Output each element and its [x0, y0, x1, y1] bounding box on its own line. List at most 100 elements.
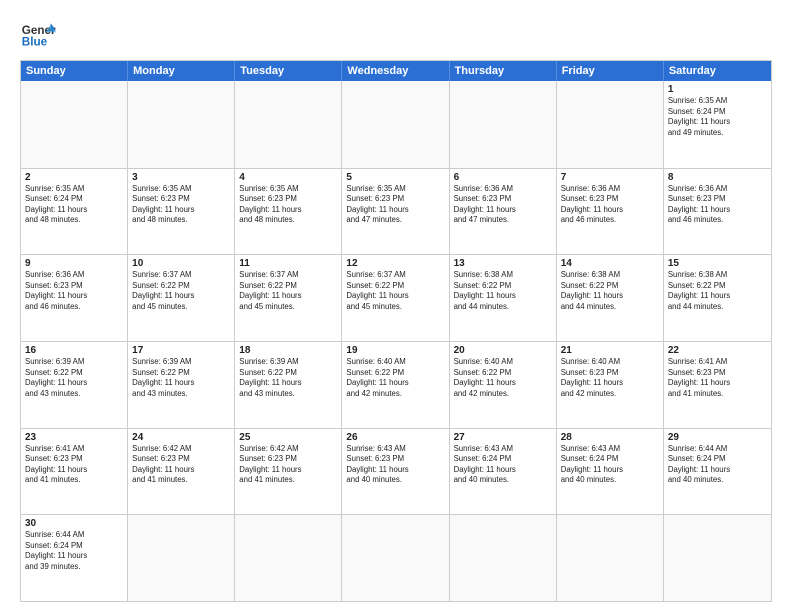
day-info: Sunrise: 6:43 AM Sunset: 6:23 PM Dayligh… — [346, 444, 444, 486]
calendar-cell: 18Sunrise: 6:39 AM Sunset: 6:22 PM Dayli… — [235, 342, 342, 428]
calendar-cell — [128, 81, 235, 168]
day-info: Sunrise: 6:39 AM Sunset: 6:22 PM Dayligh… — [132, 357, 230, 399]
calendar-cell: 29Sunrise: 6:44 AM Sunset: 6:24 PM Dayli… — [664, 429, 771, 515]
calendar-cell — [450, 81, 557, 168]
calendar-body: 1Sunrise: 6:35 AM Sunset: 6:24 PM Daylig… — [21, 81, 771, 601]
day-info: Sunrise: 6:43 AM Sunset: 6:24 PM Dayligh… — [561, 444, 659, 486]
calendar-cell — [21, 81, 128, 168]
calendar-cell: 1Sunrise: 6:35 AM Sunset: 6:24 PM Daylig… — [664, 81, 771, 168]
logo: General Blue — [20, 16, 56, 52]
calendar-cell — [235, 81, 342, 168]
day-number: 19 — [346, 345, 444, 356]
day-number: 16 — [25, 345, 123, 356]
calendar-week-2: 2Sunrise: 6:35 AM Sunset: 6:24 PM Daylig… — [21, 168, 771, 255]
calendar-cell: 8Sunrise: 6:36 AM Sunset: 6:23 PM Daylig… — [664, 169, 771, 255]
day-info: Sunrise: 6:37 AM Sunset: 6:22 PM Dayligh… — [239, 270, 337, 312]
day-info: Sunrise: 6:40 AM Sunset: 6:22 PM Dayligh… — [454, 357, 552, 399]
calendar-cell — [450, 515, 557, 601]
weekday-header-tuesday: Tuesday — [235, 61, 342, 81]
day-number: 2 — [25, 172, 123, 183]
calendar-header: SundayMondayTuesdayWednesdayThursdayFrid… — [21, 61, 771, 81]
day-info: Sunrise: 6:40 AM Sunset: 6:23 PM Dayligh… — [561, 357, 659, 399]
day-number: 4 — [239, 172, 337, 183]
calendar-cell: 2Sunrise: 6:35 AM Sunset: 6:24 PM Daylig… — [21, 169, 128, 255]
day-info: Sunrise: 6:44 AM Sunset: 6:24 PM Dayligh… — [668, 444, 767, 486]
logo-icon: General Blue — [20, 16, 56, 52]
day-info: Sunrise: 6:37 AM Sunset: 6:22 PM Dayligh… — [132, 270, 230, 312]
day-info: Sunrise: 6:39 AM Sunset: 6:22 PM Dayligh… — [25, 357, 123, 399]
calendar-cell — [342, 515, 449, 601]
day-info: Sunrise: 6:43 AM Sunset: 6:24 PM Dayligh… — [454, 444, 552, 486]
day-info: Sunrise: 6:38 AM Sunset: 6:22 PM Dayligh… — [561, 270, 659, 312]
weekday-header-monday: Monday — [128, 61, 235, 81]
calendar-week-5: 23Sunrise: 6:41 AM Sunset: 6:23 PM Dayli… — [21, 428, 771, 515]
day-info: Sunrise: 6:37 AM Sunset: 6:22 PM Dayligh… — [346, 270, 444, 312]
day-number: 23 — [25, 432, 123, 443]
calendar-cell: 27Sunrise: 6:43 AM Sunset: 6:24 PM Dayli… — [450, 429, 557, 515]
day-number: 24 — [132, 432, 230, 443]
day-info: Sunrise: 6:36 AM Sunset: 6:23 PM Dayligh… — [25, 270, 123, 312]
day-number: 11 — [239, 258, 337, 269]
svg-text:Blue: Blue — [22, 36, 48, 49]
weekday-header-thursday: Thursday — [450, 61, 557, 81]
day-info: Sunrise: 6:39 AM Sunset: 6:22 PM Dayligh… — [239, 357, 337, 399]
day-info: Sunrise: 6:36 AM Sunset: 6:23 PM Dayligh… — [668, 184, 767, 226]
day-info: Sunrise: 6:44 AM Sunset: 6:24 PM Dayligh… — [25, 530, 123, 572]
calendar-cell: 9Sunrise: 6:36 AM Sunset: 6:23 PM Daylig… — [21, 255, 128, 341]
calendar-cell: 23Sunrise: 6:41 AM Sunset: 6:23 PM Dayli… — [21, 429, 128, 515]
calendar-cell — [128, 515, 235, 601]
calendar-cell: 5Sunrise: 6:35 AM Sunset: 6:23 PM Daylig… — [342, 169, 449, 255]
day-info: Sunrise: 6:35 AM Sunset: 6:23 PM Dayligh… — [132, 184, 230, 226]
calendar-week-6: 30Sunrise: 6:44 AM Sunset: 6:24 PM Dayli… — [21, 514, 771, 601]
day-number: 5 — [346, 172, 444, 183]
calendar-cell: 11Sunrise: 6:37 AM Sunset: 6:22 PM Dayli… — [235, 255, 342, 341]
day-info: Sunrise: 6:35 AM Sunset: 6:23 PM Dayligh… — [346, 184, 444, 226]
calendar-cell: 3Sunrise: 6:35 AM Sunset: 6:23 PM Daylig… — [128, 169, 235, 255]
calendar-cell: 25Sunrise: 6:42 AM Sunset: 6:23 PM Dayli… — [235, 429, 342, 515]
calendar-cell: 16Sunrise: 6:39 AM Sunset: 6:22 PM Dayli… — [21, 342, 128, 428]
day-number: 28 — [561, 432, 659, 443]
weekday-header-saturday: Saturday — [664, 61, 771, 81]
day-number: 13 — [454, 258, 552, 269]
day-number: 1 — [668, 84, 767, 95]
day-number: 20 — [454, 345, 552, 356]
calendar-cell: 26Sunrise: 6:43 AM Sunset: 6:23 PM Dayli… — [342, 429, 449, 515]
calendar-cell — [557, 515, 664, 601]
calendar-cell: 6Sunrise: 6:36 AM Sunset: 6:23 PM Daylig… — [450, 169, 557, 255]
page-header: General Blue — [20, 16, 772, 52]
calendar-cell: 10Sunrise: 6:37 AM Sunset: 6:22 PM Dayli… — [128, 255, 235, 341]
day-number: 7 — [561, 172, 659, 183]
calendar-cell: 13Sunrise: 6:38 AM Sunset: 6:22 PM Dayli… — [450, 255, 557, 341]
calendar-cell — [557, 81, 664, 168]
day-number: 9 — [25, 258, 123, 269]
day-number: 12 — [346, 258, 444, 269]
calendar-cell: 30Sunrise: 6:44 AM Sunset: 6:24 PM Dayli… — [21, 515, 128, 601]
day-number: 10 — [132, 258, 230, 269]
calendar-cell: 12Sunrise: 6:37 AM Sunset: 6:22 PM Dayli… — [342, 255, 449, 341]
day-info: Sunrise: 6:42 AM Sunset: 6:23 PM Dayligh… — [132, 444, 230, 486]
day-info: Sunrise: 6:35 AM Sunset: 6:24 PM Dayligh… — [25, 184, 123, 226]
day-number: 27 — [454, 432, 552, 443]
calendar-cell: 15Sunrise: 6:38 AM Sunset: 6:22 PM Dayli… — [664, 255, 771, 341]
calendar-cell: 17Sunrise: 6:39 AM Sunset: 6:22 PM Dayli… — [128, 342, 235, 428]
day-info: Sunrise: 6:38 AM Sunset: 6:22 PM Dayligh… — [454, 270, 552, 312]
day-info: Sunrise: 6:41 AM Sunset: 6:23 PM Dayligh… — [668, 357, 767, 399]
calendar-cell: 14Sunrise: 6:38 AM Sunset: 6:22 PM Dayli… — [557, 255, 664, 341]
calendar-cell: 19Sunrise: 6:40 AM Sunset: 6:22 PM Dayli… — [342, 342, 449, 428]
calendar-week-1: 1Sunrise: 6:35 AM Sunset: 6:24 PM Daylig… — [21, 81, 771, 168]
calendar-cell: 28Sunrise: 6:43 AM Sunset: 6:24 PM Dayli… — [557, 429, 664, 515]
day-number: 22 — [668, 345, 767, 356]
day-number: 25 — [239, 432, 337, 443]
day-number: 8 — [668, 172, 767, 183]
calendar-cell — [664, 515, 771, 601]
day-number: 14 — [561, 258, 659, 269]
weekday-header-wednesday: Wednesday — [342, 61, 449, 81]
calendar-cell — [342, 81, 449, 168]
day-info: Sunrise: 6:35 AM Sunset: 6:24 PM Dayligh… — [668, 96, 767, 138]
calendar-week-3: 9Sunrise: 6:36 AM Sunset: 6:23 PM Daylig… — [21, 254, 771, 341]
day-number: 6 — [454, 172, 552, 183]
day-info: Sunrise: 6:41 AM Sunset: 6:23 PM Dayligh… — [25, 444, 123, 486]
calendar: SundayMondayTuesdayWednesdayThursdayFrid… — [20, 60, 772, 602]
calendar-cell: 20Sunrise: 6:40 AM Sunset: 6:22 PM Dayli… — [450, 342, 557, 428]
day-info: Sunrise: 6:42 AM Sunset: 6:23 PM Dayligh… — [239, 444, 337, 486]
